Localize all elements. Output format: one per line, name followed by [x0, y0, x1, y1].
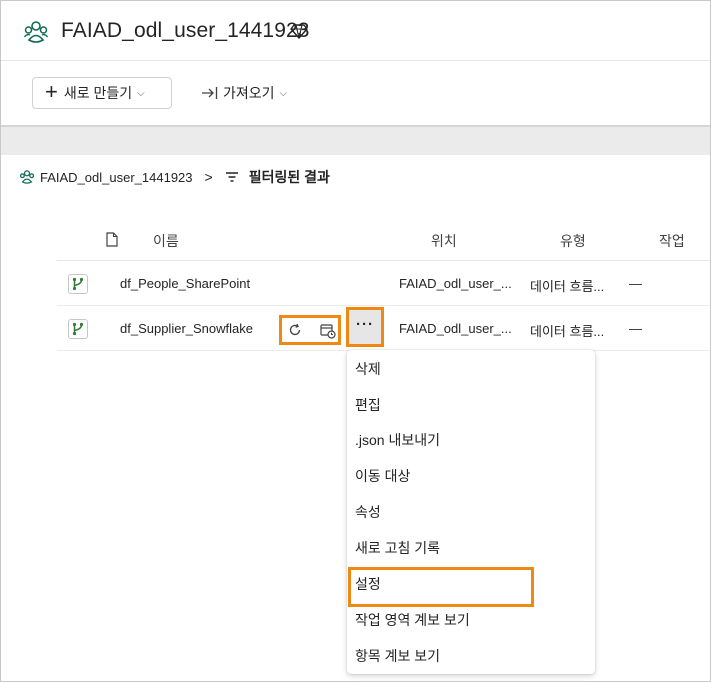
menu-item-export-json[interactable]: .json 내보내기 [347, 422, 595, 458]
row-type: 데이터 흐름... [530, 324, 605, 339]
column-header-name[interactable]: 이름 [153, 231, 179, 251]
column-header-type[interactable]: 유형 [560, 231, 586, 251]
import-button[interactable]: 가져오기 ⌵ [201, 77, 287, 109]
refresh-icon[interactable] [288, 323, 302, 337]
breadcrumb: FAIAD_odl_user_1441923 > 필터링된 결과 [19, 166, 330, 188]
table-row[interactable]: df_People_SharePoint FAIAD_odl_user_... … [57, 262, 710, 306]
plus-icon: + [45, 79, 58, 104]
schedule-refresh-icon[interactable] [320, 323, 336, 339]
menu-item-refresh-history[interactable]: 새로 고침 기록 [347, 530, 595, 566]
import-button-label: 가져오기 [223, 85, 275, 101]
menu-item-edit[interactable]: 편집 [347, 387, 595, 423]
workspace-title: FAIAD_odl_user_1441923 [61, 19, 310, 42]
menu-item-delete[interactable]: 삭제 [347, 351, 595, 387]
settings-highlight-box [348, 567, 534, 607]
chevron-down-icon: ⌵ [137, 87, 145, 99]
dataflow-icon [68, 319, 88, 339]
new-button-label: 새로 만들기 [63, 85, 133, 101]
table-row[interactable]: df_Supplier_Snowflake ··· FAIAD_odl_user… [57, 307, 710, 351]
workspace-people-icon [23, 21, 49, 43]
row-action: — [629, 321, 642, 336]
menu-item-properties[interactable]: 속성 [347, 494, 595, 530]
context-menu: 삭제 편집 .json 내보내기 이동 대상 속성 새로 고침 기록 설정 작업… [347, 350, 595, 674]
file-type-icon [106, 232, 118, 247]
row-name[interactable]: df_People_SharePoint [120, 276, 250, 291]
workspace-header: FAIAD_odl_user_1441923 [1, 1, 710, 61]
row-location: FAIAD_odl_user_... [399, 321, 512, 336]
dataflow-icon [68, 274, 88, 294]
menu-item-item-lineage[interactable]: 항목 계보 보기 [347, 638, 595, 674]
row-type: 데이터 흐름... [530, 279, 605, 294]
column-header-action[interactable]: 작업 [659, 231, 685, 251]
more-options-button[interactable]: ··· [346, 307, 384, 347]
column-header-location[interactable]: 위치 [431, 231, 457, 251]
toolbar: + 새로 만들기 ⌵ 가져오기 ⌵ [1, 61, 710, 125]
app-frame: FAIAD_odl_user_1441923 + 새로 만들기 ⌵ 가져오기 ⌵ [0, 0, 711, 682]
chevron-down-icon: ⌵ [279, 87, 288, 99]
breadcrumb-filter-label: 필터링된 결과 [248, 169, 330, 185]
menu-item-workspace-lineage[interactable]: 작업 영역 계보 보기 [347, 602, 595, 638]
diamond-icon [290, 24, 308, 39]
row-action: — [629, 276, 642, 291]
menu-item-move-to[interactable]: 이동 대상 [347, 458, 595, 494]
filter-icon [225, 172, 238, 182]
import-arrow-icon [202, 87, 218, 99]
new-button[interactable]: + 새로 만들기 ⌵ [32, 77, 172, 109]
breadcrumb-workspace[interactable]: FAIAD_odl_user_1441923 [40, 170, 193, 185]
row-location: FAIAD_odl_user_... [399, 276, 512, 291]
breadcrumb-separator: > [204, 169, 213, 185]
workspace-people-icon [19, 170, 35, 184]
row-quick-actions [279, 315, 341, 345]
table-header: 이름 위치 유형 작업 [57, 219, 710, 261]
gray-banner [1, 127, 710, 155]
row-name[interactable]: df_Supplier_Snowflake [120, 321, 253, 336]
